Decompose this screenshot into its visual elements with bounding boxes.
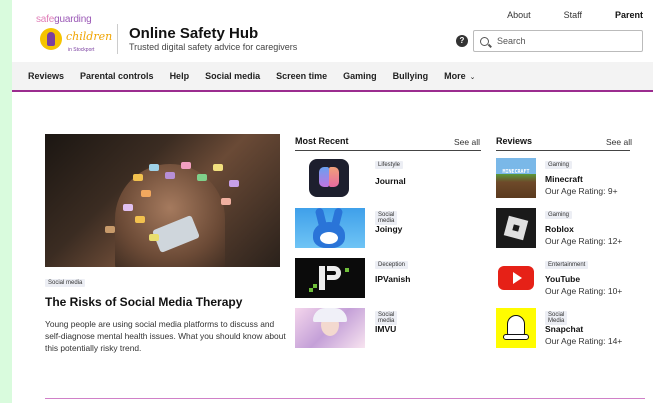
most-recent-rule [295,150,481,151]
chat-bubble-shape [197,174,207,181]
chat-bubble-shape [105,226,115,233]
nav-screen-time[interactable]: Screen time [276,71,327,81]
most-recent-heading: Most Recent [295,136,349,146]
chat-bubble-shape [165,172,175,179]
chat-bubble-shape [141,190,151,197]
joingy-bunny-icon [295,208,365,248]
chat-bubble-shape [181,162,191,169]
minecraft-thumb-text: MINECRAFT [502,169,530,175]
journal-app-icon [295,158,365,198]
item-title[interactable]: IPVanish [375,274,410,284]
logo-script: children [66,30,113,43]
item-age-rating: Our Age Rating: 12+ [545,236,623,246]
search-icon [480,36,489,46]
search-input[interactable] [497,36,637,46]
feature-image[interactable] [45,134,280,267]
item-title[interactable]: IMVU [375,324,396,334]
nav-reviews[interactable]: Reviews [28,71,64,81]
site-title[interactable]: Online Safety Hub [129,25,258,42]
chat-bubble-shape [213,164,223,171]
nav-help[interactable]: Help [170,71,190,81]
logo-wordmark: safeguarding [36,14,92,25]
item-age-rating: Our Age Rating: 10+ [545,286,623,296]
help-icon[interactable]: ? [456,35,468,47]
main-nav: Reviews Parental controls Help Social me… [12,62,653,92]
nav-parental-controls[interactable]: Parental controls [80,71,154,81]
chat-bubble-shape [133,174,143,181]
nav-social-media[interactable]: Social media [205,71,260,81]
item-tag: Gaming [545,161,573,169]
header-divider [117,24,118,54]
item-tag: Entertainment [545,261,589,269]
nav-more[interactable]: More ⌄ [444,71,475,81]
nav-more-label: More [444,71,466,81]
chat-bubble-shape [229,180,239,187]
chat-bubble-shape [149,234,159,241]
site-subtitle: Trusted digital safety advice for caregi… [129,42,298,52]
item-title[interactable]: Snapchat [545,324,583,334]
item-tag: Deception [375,261,409,269]
youtube-icon [496,258,536,298]
site-logo[interactable]: safeguarding children in Stockport [36,14,116,60]
person-silhouette [115,164,225,267]
logo-small-text: in Stockport [68,47,95,53]
item-title[interactable]: Roblox [545,224,574,234]
imvu-avatar-icon [295,308,365,348]
feature-description: Young people are using social media plat… [45,319,286,353]
top-link-staff[interactable]: Staff [564,10,582,20]
reviews-see-all[interactable]: See all [606,137,632,147]
item-age-rating: Our Age Rating: 9+ [545,186,618,196]
most-recent-see-all[interactable]: See all [454,137,480,147]
top-link-parent[interactable]: Parent [615,10,643,20]
feature-title[interactable]: The Risks of Social Media Therapy [45,295,242,309]
chat-bubble-shape [221,198,231,205]
item-title[interactable]: Minecraft [545,174,583,184]
feature-tag[interactable]: Social media [45,279,86,287]
item-age-rating: Our Age Rating: 14+ [545,336,623,346]
reviews-rule [496,150,630,151]
top-links: About Staff Parent [474,10,643,20]
item-tag: Gaming [545,211,573,219]
item-title[interactable]: Joingy [375,224,402,234]
section-divider [45,398,645,399]
item-tag: Social media [375,311,398,325]
item-tag: Lifestyle [375,161,404,169]
chat-bubble-shape [149,164,159,171]
logo-figure-icon [40,28,62,50]
reviews-heading: Reviews [496,136,533,146]
chat-bubble-shape [123,204,133,211]
chevron-down-icon: ⌄ [469,74,476,81]
top-link-about[interactable]: About [507,10,531,20]
item-tag: Social media [375,211,398,225]
item-tag: Social Media [545,311,568,325]
nav-bullying[interactable]: Bullying [393,71,429,81]
minecraft-icon: MINECRAFT [496,158,536,198]
page: About Staff Parent safeguarding children… [12,0,653,403]
chat-bubble-shape [135,216,145,223]
snapchat-icon [496,308,536,348]
item-title[interactable]: YouTube [545,274,580,284]
nav-gaming[interactable]: Gaming [343,71,377,81]
item-title[interactable]: Journal [375,176,406,186]
search-box[interactable] [473,30,643,52]
ipvanish-icon [295,258,365,298]
roblox-icon [496,208,536,248]
